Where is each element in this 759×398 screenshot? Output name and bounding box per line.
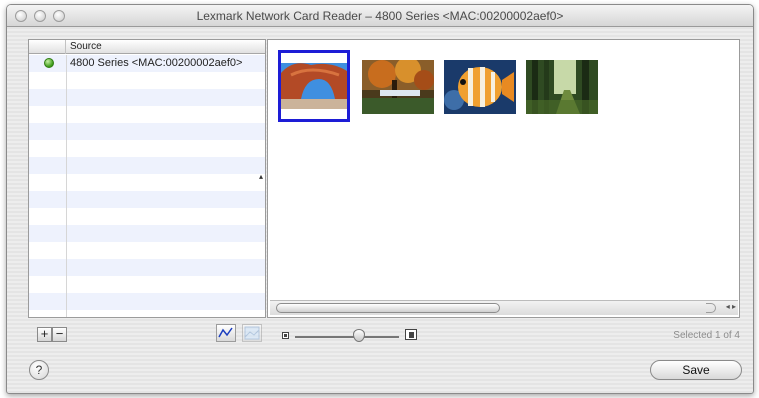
thumbnail-autumn-tree[interactable] <box>362 57 434 114</box>
status-column-header[interactable] <box>29 40 66 54</box>
column-divider <box>66 208 67 225</box>
remove-source-button[interactable]: − <box>52 327 67 342</box>
column-divider <box>66 106 67 123</box>
zoom-small-icon[interactable] <box>282 332 289 339</box>
column-divider <box>66 55 67 72</box>
column-divider <box>66 259 67 276</box>
thumbnail-tropical-fish[interactable] <box>444 60 516 114</box>
column-divider <box>66 276 67 293</box>
empty-row <box>29 191 265 208</box>
empty-row <box>29 259 265 276</box>
graph-view-button[interactable] <box>216 324 236 342</box>
title-bar[interactable]: Lexmark Network Card Reader – 4800 Serie… <box>7 5 753 27</box>
add-source-button[interactable]: + <box>37 327 52 342</box>
column-divider <box>66 89 67 106</box>
column-divider <box>66 123 67 140</box>
help-button[interactable]: ? <box>29 360 49 380</box>
source-label: 4800 Series <MAC:00200002aef0> <box>70 57 243 69</box>
zoom-large-icon[interactable] <box>405 329 417 340</box>
image-view-icon <box>244 326 260 340</box>
column-divider <box>66 310 67 317</box>
connected-status-icon <box>44 58 54 68</box>
column-divider <box>66 157 67 174</box>
empty-row <box>29 140 265 157</box>
column-divider <box>66 293 67 310</box>
empty-row <box>29 276 265 293</box>
selected-count-status: Selected 1 of 4 <box>673 330 740 341</box>
scrollbar-thumb[interactable] <box>276 303 500 313</box>
empty-row <box>29 242 265 259</box>
horizontal-scrollbar[interactable]: ◂ ▸ <box>270 300 738 315</box>
empty-row <box>29 293 265 310</box>
column-divider <box>66 242 67 259</box>
zoom-slider-track[interactable] <box>295 336 399 338</box>
window-title: Lexmark Network Card Reader – 4800 Serie… <box>196 9 564 23</box>
tropical-fish-photo-icon <box>444 60 516 114</box>
arch-photo-icon <box>281 53 347 119</box>
column-divider <box>66 225 67 242</box>
thumbnail-forest-path[interactable] <box>526 60 598 114</box>
image-view-button[interactable] <box>242 324 262 342</box>
table-header: Source <box>29 40 265 54</box>
thumbnail-arch[interactable] <box>278 50 350 122</box>
empty-row <box>29 225 265 242</box>
save-button[interactable]: Save <box>650 360 742 380</box>
autumn-tree-photo-icon <box>362 57 434 114</box>
forest-path-photo-icon <box>526 60 598 114</box>
empty-row <box>29 208 265 225</box>
splitter-handle-icon[interactable]: ▴ <box>259 172 263 181</box>
scrollbar-track-end <box>706 303 716 313</box>
column-divider <box>66 174 67 191</box>
column-divider <box>66 191 67 208</box>
empty-row <box>29 157 265 174</box>
source-row[interactable]: 4800 Series <MAC:00200002aef0> <box>29 55 265 72</box>
scroll-arrows-icon[interactable]: ◂ ▸ <box>726 302 736 311</box>
column-divider <box>66 140 67 157</box>
empty-row <box>29 174 265 191</box>
graph-icon <box>218 327 233 338</box>
empty-row <box>29 106 265 123</box>
empty-row <box>29 89 265 106</box>
image-browser[interactable]: ◂ ▸ <box>267 39 740 318</box>
column-divider <box>66 72 67 89</box>
empty-row <box>29 310 265 317</box>
source-column-header[interactable]: Source <box>70 41 102 52</box>
source-table[interactable]: Source 4800 Series <MAC:00200002aef0> <box>28 39 266 318</box>
empty-row <box>29 72 265 89</box>
empty-row <box>29 123 265 140</box>
